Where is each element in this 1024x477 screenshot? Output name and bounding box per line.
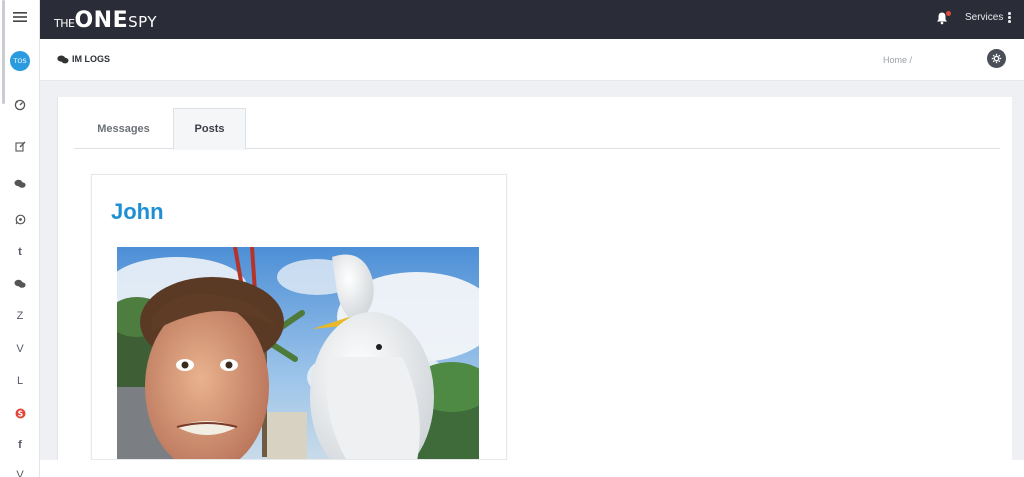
wechat-icon[interactable] [0, 273, 40, 295]
page-header: IM LOGS Home / [40, 39, 1024, 81]
logo-the: THE [54, 17, 75, 30]
tab-bar: Messages Posts [74, 108, 1000, 150]
notification-bell-icon[interactable] [935, 11, 951, 27]
top-navbar: THE ONE SPY Services [40, 0, 1024, 39]
tumblr-icon[interactable]: t [0, 241, 40, 263]
zalo-icon[interactable]: Z [0, 305, 40, 327]
line-icon[interactable]: L [0, 370, 40, 392]
services-menu[interactable]: Services [965, 12, 1011, 23]
hamburger-menu-icon[interactable] [0, 6, 40, 28]
post-card: John [91, 174, 507, 460]
main-content-card: Messages Posts John [57, 97, 1012, 460]
chat-icon [57, 55, 69, 63]
viber-icon[interactable]: V [0, 338, 40, 360]
services-label: Services [965, 12, 1004, 23]
avatar[interactable]: TOS [10, 51, 30, 71]
dashboard-icon[interactable] [0, 94, 40, 116]
skype-icon[interactable]: S [0, 402, 40, 424]
notification-dot [946, 11, 951, 16]
logo-one: ONE [74, 8, 129, 33]
page-title-text: IM LOGS [72, 54, 110, 64]
edit-icon[interactable] [0, 135, 40, 157]
theonespy-logo[interactable]: THE ONE SPY [54, 8, 158, 33]
tab-messages[interactable]: Messages [74, 108, 173, 149]
page-footer-strip [40, 460, 1024, 477]
tab-posts[interactable]: Posts [173, 108, 246, 150]
chat-icon[interactable] [0, 173, 40, 195]
post-photo[interactable] [117, 247, 479, 459]
sidebar: TOS t Z V L S f V [0, 0, 40, 477]
facebook-icon[interactable]: f [0, 434, 40, 456]
page-title: IM LOGS [57, 54, 110, 64]
whatsapp-icon[interactable] [0, 208, 40, 230]
vk-icon[interactable]: V [0, 464, 40, 477]
kebab-menu-icon [1008, 12, 1011, 23]
breadcrumb-home[interactable]: Home / [883, 55, 912, 65]
settings-gear-icon[interactable] [987, 49, 1006, 68]
logo-spy: SPY [128, 13, 158, 31]
post-author-name: John [111, 199, 164, 224]
svg-text:S: S [17, 409, 22, 418]
